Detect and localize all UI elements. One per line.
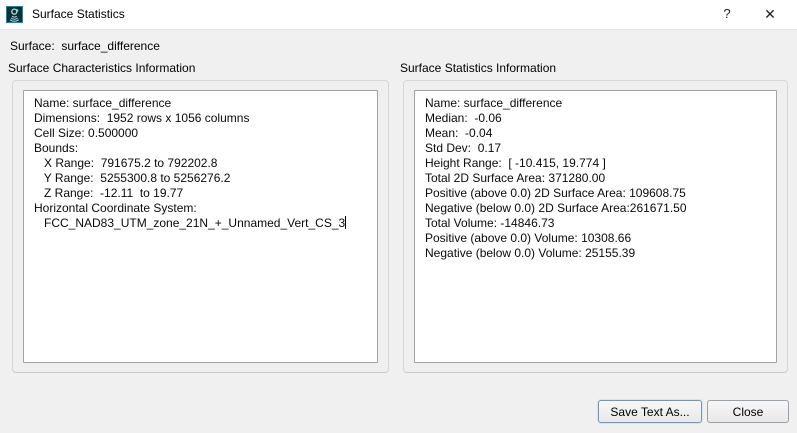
info-line-text: FCC_NAD83_UTM_zone_21N_+_Unnamed_Vert_CS… [34,216,345,230]
info-line: Positive (above 0.0) 2D Surface Area: 10… [425,186,776,201]
help-button[interactable]: ? [718,5,736,23]
info-line: Y Range: 5255300.8 to 5256276.2 [34,171,377,186]
characteristics-textarea[interactable]: Name: surface_difference Dimensions: 195… [23,90,378,363]
info-line: Mean: -0.04 [425,126,776,141]
info-line: Z Range: -12.11 to 19.77 [34,186,377,201]
info-line: FCC_NAD83_UTM_zone_21N_+_Unnamed_Vert_CS… [34,216,377,231]
info-line: Total Volume: -14846.73 [425,216,776,231]
info-line: Name: surface_difference [425,96,776,111]
info-line: Bounds: [34,141,377,156]
info-line: Std Dev: 0.17 [425,141,776,156]
info-line: Dimensions: 1952 rows x 1056 columns [34,111,377,126]
surface-row: Surface: surface_difference [10,39,160,53]
info-line: Horizontal Coordinate System: [34,201,377,216]
info-line: Height Range: [ -10.415, 19.774 ] [425,156,776,171]
window-close-button[interactable]: ✕ [761,5,779,23]
info-line: Negative (below 0.0) 2D Surface Area:261… [425,201,776,216]
info-line: X Range: 791675.2 to 792202.8 [34,156,377,171]
surface-label: Surface: [10,39,55,53]
title-bar[interactable]: Surface Statistics ? ✕ [0,0,797,30]
characteristics-group-frame: Name: surface_difference Dimensions: 195… [12,80,389,373]
info-line: Positive (above 0.0) Volume: 10308.66 [425,231,776,246]
info-line: Cell Size: 0.500000 [34,126,377,141]
sonar-surface-icon [6,6,23,23]
statistics-group-frame: Name: surface_difference Median: -0.06 M… [403,80,788,373]
info-line: Negative (below 0.0) Volume: 25155.39 [425,246,776,261]
info-line: Median: -0.06 [425,111,776,126]
text-caret [345,216,346,229]
info-line: Total 2D Surface Area: 371280.00 [425,171,776,186]
window-title: Surface Statistics [32,7,125,21]
save-text-as-button[interactable]: Save Text As... [598,400,702,423]
statistics-group-title: Surface Statistics Information [400,61,556,75]
close-button[interactable]: Close [707,400,789,423]
surface-value: surface_difference [61,39,160,53]
info-line: Name: surface_difference [34,96,377,111]
characteristics-group-title: Surface Characteristics Information [8,61,195,75]
surface-statistics-dialog: Surface Statistics ? ✕ Surface: surface_… [0,0,797,433]
statistics-textarea[interactable]: Name: surface_difference Median: -0.06 M… [414,90,777,363]
